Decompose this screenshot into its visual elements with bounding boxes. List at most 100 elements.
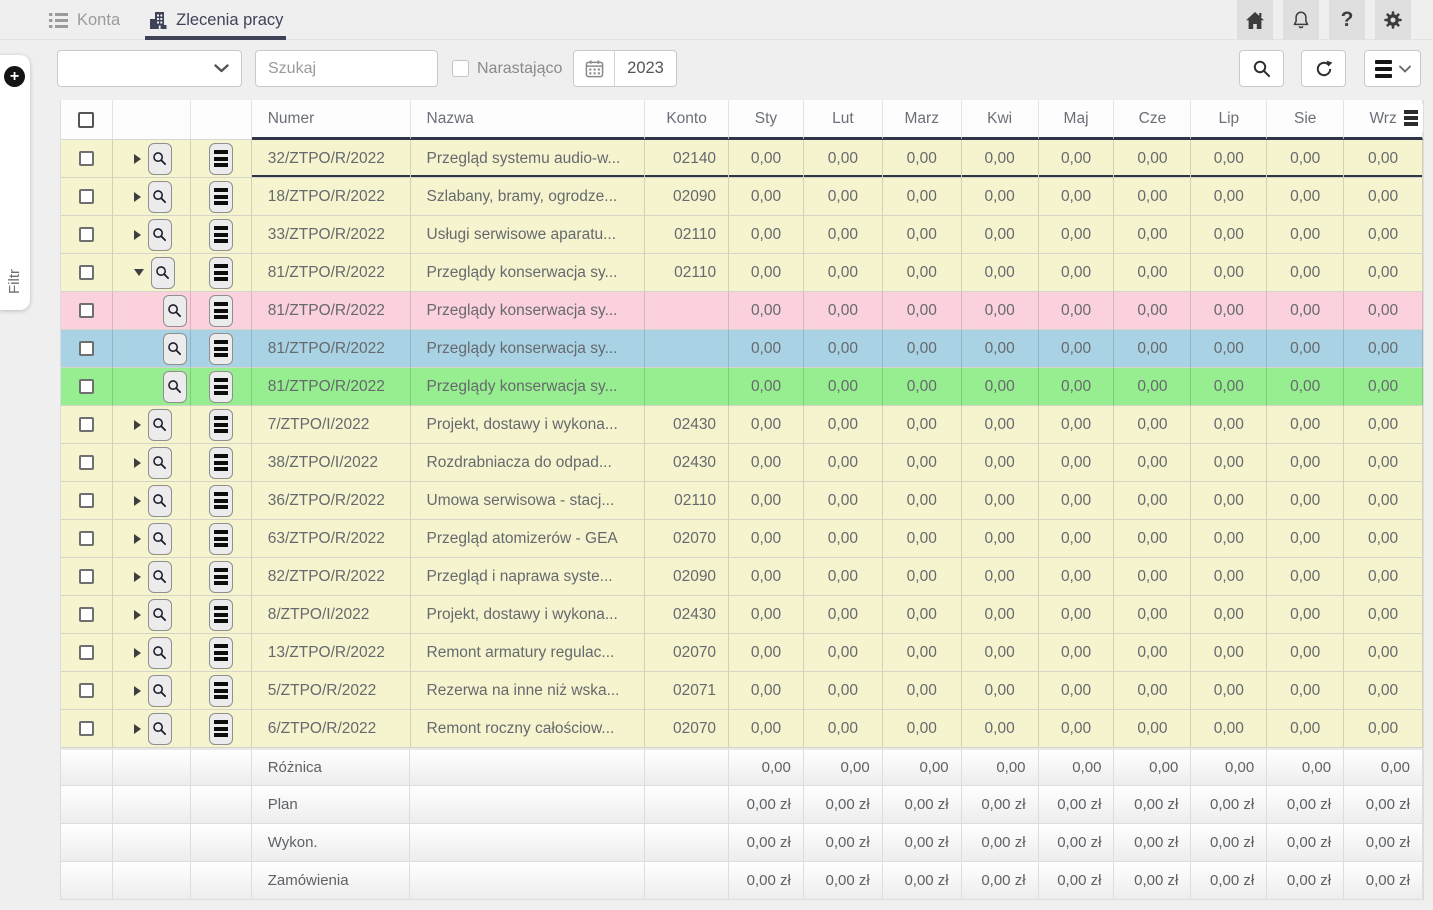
table-row[interactable]: 8/ZTPO/I/2022Projekt, dostawy i wykona..… bbox=[61, 596, 1423, 634]
grid-search-button[interactable] bbox=[1239, 50, 1284, 87]
row-checkbox[interactable] bbox=[79, 341, 94, 356]
add-filter-button[interactable]: + bbox=[4, 66, 25, 87]
row-menu-button[interactable] bbox=[209, 333, 233, 365]
row-menu-button[interactable] bbox=[209, 447, 233, 479]
row-preview-button[interactable] bbox=[148, 713, 172, 745]
settings-button[interactable] bbox=[1375, 0, 1411, 40]
filter-type-select[interactable] bbox=[57, 50, 242, 87]
tab-zlecenia-pracy[interactable]: Zlecenia pracy bbox=[147, 0, 284, 40]
row-menu-button[interactable] bbox=[209, 181, 233, 213]
grid-menu-button[interactable] bbox=[1364, 50, 1421, 87]
expand-arrow-icon[interactable] bbox=[134, 648, 141, 658]
year-field[interactable]: 2023 bbox=[615, 51, 676, 86]
expand-arrow-icon[interactable] bbox=[134, 154, 141, 164]
column-header-month[interactable]: Marz bbox=[883, 100, 962, 140]
row-preview-button[interactable] bbox=[163, 333, 187, 365]
row-menu-button[interactable] bbox=[209, 143, 233, 175]
select-all-checkbox[interactable] bbox=[78, 112, 94, 128]
column-header-month[interactable]: Lip bbox=[1191, 100, 1267, 140]
expand-arrow-icon[interactable] bbox=[134, 230, 141, 240]
column-menu-button[interactable] bbox=[1399, 104, 1423, 132]
row-checkbox[interactable] bbox=[79, 227, 94, 242]
column-header-nazwa[interactable]: Nazwa bbox=[411, 100, 646, 140]
expand-arrow-icon[interactable] bbox=[134, 458, 141, 468]
expand-arrow-icon[interactable] bbox=[134, 572, 141, 582]
row-preview-button[interactable] bbox=[151, 257, 175, 289]
table-row[interactable]: 36/ZTPO/R/2022Umowa serwisowa - stacj...… bbox=[61, 482, 1423, 520]
table-row[interactable]: 38/ZTPO/I/2022Rozdrabniacza do odpad...0… bbox=[61, 444, 1423, 482]
table-row[interactable]: 13/ZTPO/R/2022Remont armatury regulac...… bbox=[61, 634, 1423, 672]
row-preview-button[interactable] bbox=[148, 485, 172, 517]
search-input[interactable] bbox=[256, 51, 437, 86]
expand-arrow-icon[interactable] bbox=[134, 192, 141, 202]
row-checkbox[interactable] bbox=[79, 721, 94, 736]
column-header-month[interactable]: Kwi bbox=[962, 100, 1039, 140]
row-menu-button[interactable] bbox=[209, 637, 233, 669]
row-preview-button[interactable] bbox=[148, 561, 172, 593]
expand-arrow-icon[interactable] bbox=[134, 420, 141, 430]
table-row[interactable]: 81/ZTPO/R/2022Przeglądy konserwacja sy..… bbox=[61, 292, 1423, 330]
column-header-month[interactable]: Maj bbox=[1039, 100, 1115, 140]
row-menu-button[interactable] bbox=[209, 485, 233, 517]
row-preview-button[interactable] bbox=[148, 599, 172, 631]
help-button[interactable]: ? bbox=[1329, 0, 1365, 40]
row-preview-button[interactable] bbox=[148, 447, 172, 479]
table-row[interactable]: 81/ZTPO/R/2022Przeglądy konserwacja sy..… bbox=[61, 330, 1423, 368]
row-checkbox[interactable] bbox=[79, 531, 94, 546]
column-header-month[interactable]: Cze bbox=[1114, 100, 1191, 140]
row-preview-button[interactable] bbox=[163, 295, 187, 327]
expand-arrow-icon[interactable] bbox=[134, 610, 141, 620]
row-checkbox[interactable] bbox=[79, 569, 94, 584]
tab-konta[interactable]: Konta bbox=[48, 0, 121, 40]
row-preview-button[interactable] bbox=[148, 523, 172, 555]
row-checkbox[interactable] bbox=[79, 683, 94, 698]
narastajaco-checkbox[interactable] bbox=[452, 60, 469, 77]
row-menu-button[interactable] bbox=[209, 523, 233, 555]
row-checkbox[interactable] bbox=[79, 189, 94, 204]
column-header-month[interactable]: Sty bbox=[729, 100, 804, 140]
table-row[interactable]: 32/ZTPO/R/2022Przegląd systemu audio-w..… bbox=[61, 140, 1423, 178]
table-row[interactable]: 82/ZTPO/R/2022Przegląd i naprawa syste..… bbox=[61, 558, 1423, 596]
row-menu-button[interactable] bbox=[209, 409, 233, 441]
row-checkbox[interactable] bbox=[79, 493, 94, 508]
row-preview-button[interactable] bbox=[148, 181, 172, 213]
row-menu-button[interactable] bbox=[209, 713, 233, 745]
row-checkbox[interactable] bbox=[79, 265, 94, 280]
row-preview-button[interactable] bbox=[148, 637, 172, 669]
row-checkbox[interactable] bbox=[79, 645, 94, 660]
expand-arrow-icon[interactable] bbox=[134, 534, 141, 544]
table-row[interactable]: 81/ZTPO/R/2022Przeglądy konserwacja sy..… bbox=[61, 254, 1423, 292]
table-row[interactable]: 7/ZTPO/I/2022Projekt, dostawy i wykona..… bbox=[61, 406, 1423, 444]
row-menu-button[interactable] bbox=[209, 371, 233, 403]
notifications-button[interactable] bbox=[1283, 0, 1319, 40]
row-preview-button[interactable] bbox=[163, 371, 187, 403]
table-row[interactable]: 6/ZTPO/R/2022Remont roczny całościow...0… bbox=[61, 710, 1423, 748]
table-row[interactable]: 63/ZTPO/R/2022Przegląd atomizerów - GEA0… bbox=[61, 520, 1423, 558]
row-checkbox[interactable] bbox=[79, 379, 94, 394]
refresh-button[interactable] bbox=[1301, 50, 1346, 87]
row-menu-button[interactable] bbox=[209, 561, 233, 593]
table-row[interactable]: 33/ZTPO/R/2022Usługi serwisowe aparatu..… bbox=[61, 216, 1423, 254]
table-row[interactable]: 18/ZTPO/R/2022Szlabany, bramy, ogrodze..… bbox=[61, 178, 1423, 216]
home-button[interactable] bbox=[1237, 0, 1273, 40]
expand-arrow-icon[interactable] bbox=[134, 269, 144, 276]
row-menu-button[interactable] bbox=[209, 599, 233, 631]
column-header-month[interactable]: Lut bbox=[804, 100, 883, 140]
column-header-month[interactable]: Sie bbox=[1267, 100, 1344, 140]
row-checkbox[interactable] bbox=[79, 455, 94, 470]
column-header-konto[interactable]: Konto bbox=[645, 100, 729, 140]
row-checkbox[interactable] bbox=[79, 151, 94, 166]
expand-arrow-icon[interactable] bbox=[134, 724, 141, 734]
row-checkbox[interactable] bbox=[79, 303, 94, 318]
row-menu-button[interactable] bbox=[209, 257, 233, 289]
row-menu-button[interactable] bbox=[209, 219, 233, 251]
row-checkbox[interactable] bbox=[79, 417, 94, 432]
column-header-numer[interactable]: Numer bbox=[252, 100, 411, 140]
row-preview-button[interactable] bbox=[148, 409, 172, 441]
table-row[interactable]: 81/ZTPO/R/2022Przeglądy konserwacja sy..… bbox=[61, 368, 1423, 406]
row-checkbox[interactable] bbox=[79, 607, 94, 622]
row-preview-button[interactable] bbox=[148, 143, 172, 175]
calendar-button[interactable] bbox=[574, 51, 615, 86]
row-preview-button[interactable] bbox=[148, 675, 172, 707]
expand-arrow-icon[interactable] bbox=[134, 686, 141, 696]
